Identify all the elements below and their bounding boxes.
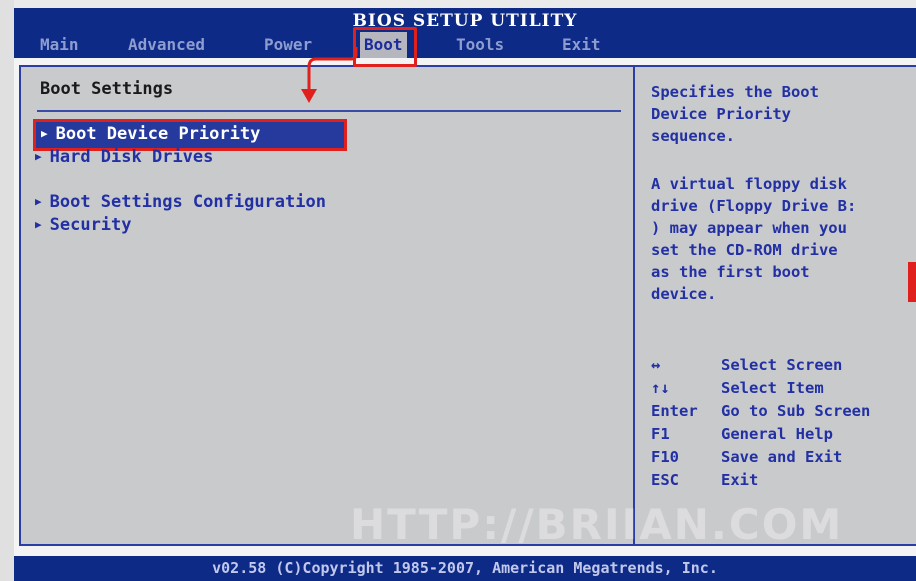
- option-hard-disk-drives[interactable]: ▶ Hard Disk Drives: [35, 147, 213, 167]
- monitor-frame-left: [0, 0, 14, 581]
- key-action: Select Item: [721, 379, 824, 397]
- key-action: Exit: [721, 471, 759, 489]
- key-label: ↔: [651, 356, 661, 374]
- annotation-tab-highlight: [353, 27, 417, 67]
- annotation-marker: [908, 262, 916, 302]
- option-boot-settings-configuration[interactable]: ▶ Boot Settings Configuration: [35, 192, 326, 212]
- main-panel: Boot Settings ▶ Boot Device Priority ▶ Har…: [19, 47, 635, 546]
- option-security[interactable]: ▶ Security: [35, 215, 132, 235]
- key-label: ↑↓: [651, 379, 670, 397]
- key-label: F1: [651, 425, 670, 443]
- key-hint-row: F10 Save and Exit: [651, 448, 842, 466]
- key-label: F10: [651, 448, 679, 466]
- menu-tools[interactable]: Tools: [452, 32, 508, 58]
- menu-advanced[interactable]: Advanced: [124, 32, 209, 58]
- menu-exit[interactable]: Exit: [558, 32, 605, 58]
- bios-screen: BIOS SETUP UTILITY Main Advanced Power B…: [0, 0, 916, 581]
- key-hint-row: ↔ Select Screen: [651, 356, 842, 374]
- option-label: Hard Disk Drives: [49, 147, 214, 167]
- key-hint-row: ESC Exit: [651, 471, 758, 489]
- watermark: HTTP://BRIIAN.COM: [350, 500, 844, 549]
- menu-bar: Main Advanced Power Boot Tools Exit: [14, 32, 916, 58]
- triangle-right-icon: ▶: [35, 195, 42, 208]
- key-hint-row: F1 General Help: [651, 425, 833, 443]
- monitor-frame-top: [0, 0, 916, 8]
- key-action: Select Screen: [721, 356, 843, 374]
- help-description: Specifies the Boot Device Priority seque…: [651, 83, 819, 145]
- key-hint-row: ↑↓ Select Item: [651, 379, 824, 397]
- triangle-right-icon: ▶: [35, 218, 42, 231]
- key-label: ESC: [651, 471, 679, 489]
- triangle-right-icon: ▶: [35, 150, 42, 163]
- bios-title: BIOS SETUP UTILITY: [14, 8, 916, 32]
- help-panel: Specifies the Boot Device Priority seque…: [635, 65, 916, 546]
- annotation-arrow-icon: [301, 47, 358, 103]
- key-hint-row: Enter Go to Sub Screen: [651, 402, 870, 420]
- option-label: Boot Settings Configuration: [49, 192, 326, 212]
- copyright-footer: v02.58 (C)Copyright 1985-2007, American …: [14, 556, 916, 581]
- menu-power[interactable]: Power: [260, 32, 316, 58]
- menu-main[interactable]: Main: [36, 32, 83, 58]
- option-label: Security: [49, 215, 132, 235]
- key-action: General Help: [721, 425, 833, 443]
- key-action: Save and Exit: [721, 448, 843, 466]
- key-action: Go to Sub Screen: [721, 402, 871, 420]
- help-note: A virtual floppy disk drive (Floppy Driv…: [651, 175, 857, 303]
- key-label: Enter: [651, 402, 698, 420]
